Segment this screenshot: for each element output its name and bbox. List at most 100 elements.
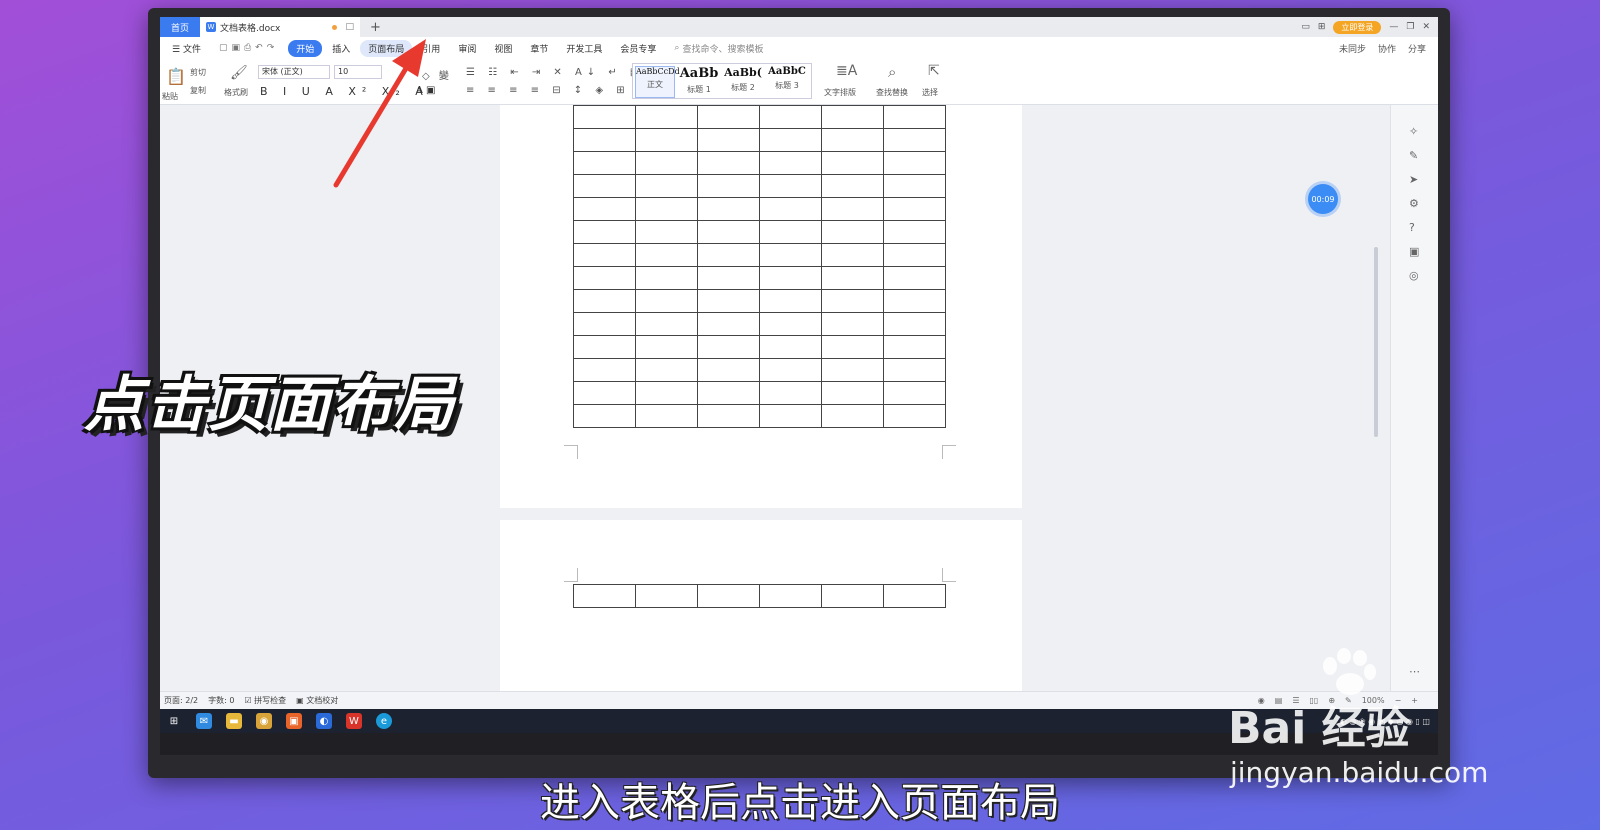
table-cell[interactable]	[697, 128, 760, 152]
table-cell[interactable]	[883, 128, 946, 152]
table-cell[interactable]	[573, 105, 636, 129]
copy-button[interactable]: 复制	[190, 85, 206, 96]
new-tab-icon[interactable]: +	[370, 20, 381, 35]
table-cell[interactable]	[821, 404, 884, 428]
store-icon[interactable]: ▣	[286, 713, 302, 729]
select-button[interactable]: 选择	[922, 87, 938, 98]
table-cell[interactable]	[573, 174, 636, 198]
table-cell[interactable]	[759, 105, 822, 129]
more-icon[interactable]: ⋯	[1409, 665, 1420, 678]
table-cell[interactable]	[883, 381, 946, 405]
table-cell[interactable]	[759, 335, 822, 359]
command-search[interactable]: ⌕ 查找命令、搜索模板	[674, 42, 763, 55]
table-cell[interactable]	[883, 404, 946, 428]
style-heading-2[interactable]: AaBb( 标题 2	[721, 66, 765, 93]
table-cell[interactable]	[759, 151, 822, 175]
table-cell[interactable]	[635, 381, 698, 405]
table-cell[interactable]	[821, 174, 884, 198]
table-cell[interactable]	[635, 151, 698, 175]
table-cell[interactable]	[883, 151, 946, 175]
table-cell[interactable]	[573, 404, 636, 428]
table-cell[interactable]	[883, 197, 946, 221]
wps-icon[interactable]: W	[346, 713, 362, 729]
table-cell[interactable]	[883, 289, 946, 313]
table-cell[interactable]	[635, 312, 698, 336]
table-cell[interactable]	[759, 220, 822, 244]
table-cell[interactable]	[635, 128, 698, 152]
location-icon[interactable]: ◎	[1409, 269, 1419, 282]
mail-icon[interactable]: ✉	[196, 713, 212, 729]
tab-close-icon[interactable]: □	[345, 22, 354, 32]
tab-chapter[interactable]: 章节	[522, 40, 556, 57]
document-table-page-2[interactable]	[573, 584, 946, 608]
login-button[interactable]: 立即登录	[1333, 20, 1382, 34]
tab-start[interactable]: 开始	[288, 39, 323, 57]
table-cell[interactable]	[635, 266, 698, 290]
paste-button[interactable]: 粘贴	[162, 91, 178, 102]
table-cell[interactable]	[759, 174, 822, 198]
table-cell[interactable]	[883, 266, 946, 290]
vertical-scrollbar[interactable]	[1372, 107, 1380, 687]
minimize-icon[interactable]: —	[1389, 22, 1398, 32]
cursor-icon[interactable]: ➤	[1409, 173, 1418, 186]
table-cell[interactable]	[759, 358, 822, 382]
style-normal[interactable]: AaBbCcDd 正文	[635, 66, 680, 98]
table-cell[interactable]	[821, 220, 884, 244]
format-painter-button[interactable]: 格式刷	[224, 87, 248, 98]
table-cell[interactable]	[697, 151, 760, 175]
cut-button[interactable]: 剪切	[190, 67, 206, 78]
tab-member[interactable]: 会员专享	[612, 40, 664, 57]
table-cell[interactable]	[573, 243, 636, 267]
tab-developer[interactable]: 开发工具	[558, 40, 610, 57]
table-cell[interactable]	[635, 404, 698, 428]
table-cell[interactable]	[821, 381, 884, 405]
table-cell[interactable]	[573, 151, 636, 175]
grid-icon[interactable]: ⊞	[1318, 22, 1326, 32]
layout-icon[interactable]: ▭	[1301, 22, 1310, 32]
paragraph-align-icons[interactable]: ≡ ≡ ≡ ≡ ⊟ ↕ ◈ ⊞	[466, 85, 630, 96]
table-cell[interactable]	[821, 128, 884, 152]
table-cell[interactable]	[759, 289, 822, 313]
settings-sliders-icon[interactable]: ⚙	[1409, 197, 1419, 210]
image-icon[interactable]: ▣	[1409, 245, 1419, 258]
close-icon[interactable]: ✕	[1422, 22, 1430, 32]
table-cell[interactable]	[697, 220, 760, 244]
table-cell[interactable]	[697, 197, 760, 221]
table-cell[interactable]	[697, 335, 760, 359]
table-cell[interactable]	[759, 266, 822, 290]
table-cell[interactable]	[759, 243, 822, 267]
table-cell[interactable]	[573, 381, 636, 405]
table-cell[interactable]	[883, 243, 946, 267]
table-cell[interactable]	[635, 584, 698, 608]
table-cell[interactable]	[883, 312, 946, 336]
paste-icon[interactable]: 📋	[166, 67, 186, 86]
tab-view[interactable]: 视图	[486, 40, 520, 57]
select-cursor-icon[interactable]: ⇱	[928, 63, 940, 79]
text-layout-icon[interactable]: ≣A	[836, 63, 857, 79]
collaborate-button[interactable]: 协作	[1378, 42, 1396, 55]
table-cell[interactable]	[759, 128, 822, 152]
font-name-select[interactable]: 宋体 (正文)	[258, 65, 330, 79]
text-layout-button[interactable]: 文字排版	[824, 87, 856, 98]
table-cell[interactable]	[883, 335, 946, 359]
table-cell[interactable]	[821, 243, 884, 267]
share-button[interactable]: 分享	[1408, 42, 1426, 55]
table-cell[interactable]	[635, 197, 698, 221]
table-cell[interactable]	[635, 335, 698, 359]
word-count[interactable]: 字数: 0	[208, 695, 234, 706]
table-cell[interactable]	[821, 151, 884, 175]
quick-access-icons[interactable]: ▢▣⎙↶↷	[211, 41, 286, 55]
table-cell[interactable]	[635, 105, 698, 129]
owl-app-icon[interactable]: ◉	[256, 713, 272, 729]
browser-icon[interactable]: ◐	[316, 713, 332, 729]
proofread-button[interactable]: ▣ 文档校对	[296, 695, 338, 706]
folder-icon[interactable]: ▬	[226, 713, 242, 729]
table-cell[interactable]	[821, 312, 884, 336]
style-heading-1[interactable]: AaBb 标题 1	[677, 66, 721, 95]
table-cell[interactable]	[697, 381, 760, 405]
table-cell[interactable]	[573, 289, 636, 313]
file-menu[interactable]: ☰ 文件	[164, 40, 209, 57]
table-cell[interactable]	[635, 220, 698, 244]
table-cell[interactable]	[759, 381, 822, 405]
table-cell[interactable]	[759, 312, 822, 336]
